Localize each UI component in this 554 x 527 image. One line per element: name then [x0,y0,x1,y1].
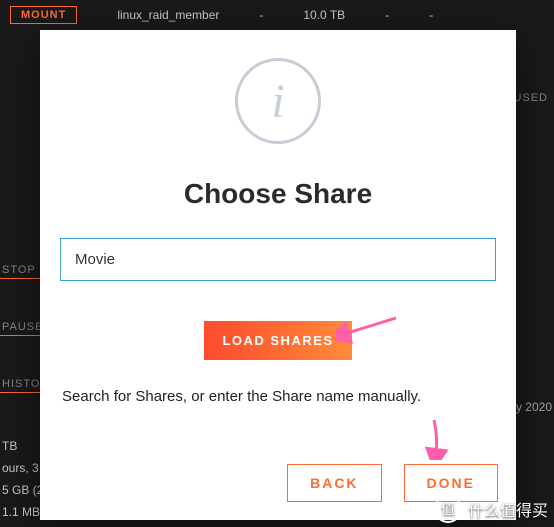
choose-share-dialog: i Choose Share LOAD SHARES Search for Sh… [40,30,516,520]
load-shares-button[interactable]: LOAD SHARES [204,321,351,360]
cell-dash: - [385,8,389,22]
cell-dash: - [259,8,263,22]
back-button[interactable]: BACK [287,464,381,502]
cell-dash: - [429,8,433,22]
info-icon: i [235,58,321,144]
dialog-title: Choose Share [184,178,372,210]
used-column-header: USED [513,92,548,104]
share-name-input[interactable] [60,238,496,281]
helper-text: Search for Shares, or enter the Share na… [62,388,421,405]
fs-type-label: linux_raid_member [117,8,219,22]
size-label: 10.0 TB [303,8,345,22]
mount-button[interactable]: MOUNT [10,6,77,24]
device-row: MOUNT linux_raid_member - 10.0 TB - - [0,0,554,30]
watermark: 值 什么值得买 [434,495,548,523]
watermark-badge: 值 [434,495,462,523]
year-snippet: y 2020 [516,400,552,414]
watermark-text: 什么值得买 [468,497,548,521]
